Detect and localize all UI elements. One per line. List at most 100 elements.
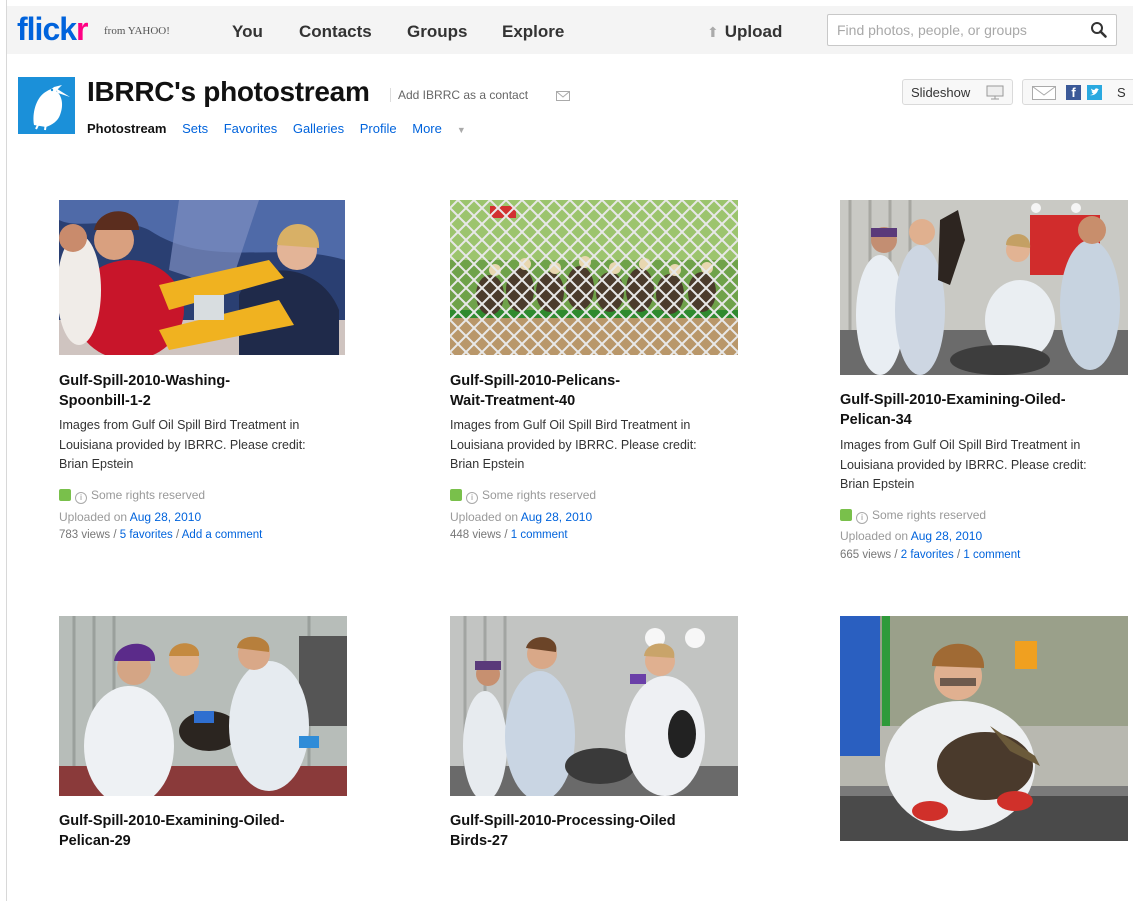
photo-title[interactable]: Gulf-Spill-2010-Examining-Oiled- Pelican… (840, 390, 1125, 430)
favorites-link[interactable]: 2 favorites (901, 549, 954, 561)
pelican-logo-icon (18, 77, 75, 134)
favorites-link[interactable]: 5 favorites (120, 529, 173, 541)
info-icon: i (856, 512, 868, 524)
nav-you[interactable]: You (232, 22, 263, 42)
uploaded-prefix: Uploaded on (59, 510, 128, 524)
flickr-logo[interactable]: flickr (17, 11, 89, 47)
logo-r: r (76, 11, 88, 47)
photo-thumbnail-pelicans-wait[interactable] (450, 200, 738, 355)
photo-card-5: Gulf-Spill-2010-Processing-Oiled Birds-2… (450, 616, 750, 846)
info-icon: i (75, 492, 87, 504)
share-label[interactable]: S (1117, 85, 1126, 100)
slideshow-label: Slideshow (911, 85, 971, 100)
share-bar: f S (1022, 79, 1133, 105)
subnav-more-label: More (412, 121, 442, 136)
envelope-icon[interactable] (1032, 86, 1056, 100)
logo-flick: flick (17, 11, 77, 47)
photo-title-line-1: Gulf-Spill-2010-Examining-Oiled- (59, 813, 285, 829)
photo-title[interactable]: Gulf-Spill-2010-Pelicans- Wait-Treatment… (450, 371, 735, 411)
desc-line-2: Louisiana provided by IBRRC. Please cred… (59, 437, 306, 452)
uploaded-prefix: Uploaded on (450, 510, 519, 524)
photo-title[interactable]: Gulf-Spill-2010-Processing-Oiled Birds-2… (450, 811, 735, 846)
desc-line-3: Brian Epstein (840, 477, 915, 491)
photo-title-line-2: Spoonbill-1-2 (59, 393, 151, 409)
rights-label: Some rights reserved (872, 508, 987, 522)
nav-contacts[interactable]: Contacts (299, 22, 372, 42)
upload-date: Uploaded on Aug 28, 2010 (450, 510, 592, 524)
photo-title-line-1: Gulf-Spill-2010-Examining-Oiled- (840, 392, 1066, 408)
subnav-more[interactable]: More ▼ (412, 121, 478, 136)
comments-link[interactable]: 1 comment (511, 529, 568, 541)
photo-title-line-1: Gulf-Spill-2010-Processing-Oiled (450, 813, 676, 829)
photo-stats: 783 views / 5 favorites / Add a comment (59, 529, 262, 541)
photo-description: Images from Gulf Oil Spill Bird Treatmen… (59, 416, 349, 475)
desc-line-1: Images from Gulf Oil Spill Bird Treatmen… (450, 418, 691, 432)
rights-label: Some rights reserved (482, 488, 597, 502)
creative-commons-icon (59, 489, 71, 501)
views-count: 665 views / (840, 549, 898, 561)
from-yahoo-label: from YAHOO! (104, 25, 170, 37)
search-box (827, 14, 1117, 46)
creative-commons-icon (840, 509, 852, 521)
desc-line-2: Louisiana provided by IBRRC. Please cred… (840, 457, 1087, 472)
desc-line-1: Images from Gulf Oil Spill Bird Treatmen… (840, 438, 1081, 452)
upload-link[interactable]: ⬆ Upload (707, 22, 782, 42)
photo-description: Images from Gulf Oil Spill Bird Treatmen… (840, 436, 1130, 495)
mail-icon[interactable] (556, 91, 570, 101)
desc-line-3: Brian Epstein (59, 457, 134, 471)
subnav-favorites[interactable]: Favorites (224, 121, 277, 136)
nav-explore[interactable]: Explore (502, 22, 564, 42)
twitter-icon[interactable] (1087, 85, 1102, 100)
upload-date-link[interactable]: Aug 28, 2010 (911, 529, 982, 543)
desc-line-3: Brian Epstein (450, 457, 525, 471)
slideshow-button[interactable]: Slideshow (902, 79, 1013, 105)
magnifier-icon[interactable] (1090, 21, 1108, 39)
monitor-icon (986, 85, 1004, 100)
photostream-title: IBRRC's photostream (87, 76, 370, 107)
subnav-galleries[interactable]: Galleries (293, 121, 344, 136)
chevron-down-icon: ▼ (456, 125, 466, 135)
page-left-border (6, 0, 7, 901)
stats-separator: / (957, 549, 961, 561)
info-icon: i (466, 492, 478, 504)
subnav-sets[interactable]: Sets (182, 121, 208, 136)
photo-title-line-2: Wait-Treatment-40 (450, 393, 576, 409)
photostream-subnav: Photostream Sets Favorites Galleries Pro… (87, 121, 490, 136)
facebook-icon[interactable]: f (1066, 85, 1081, 100)
upload-label: Upload (724, 22, 783, 41)
views-count: 783 views / (59, 529, 117, 541)
license-info[interactable]: i Some rights reserved (59, 488, 205, 504)
license-info[interactable]: i Some rights reserved (840, 508, 986, 524)
add-contact-link[interactable]: Add IBRRC as a contact (390, 88, 528, 102)
subnav-photostream[interactable]: Photostream (87, 121, 166, 136)
photo-title-line-1: Gulf-Spill-2010-Pelicans- (450, 373, 621, 389)
photo-title[interactable]: Gulf-Spill-2010-Washing- Spoonbill-1-2 (59, 371, 344, 411)
search-input[interactable] (828, 15, 1077, 45)
photo-thumbnail-processing-birds-27[interactable] (450, 616, 738, 796)
photo-title[interactable]: Gulf-Spill-2010-Examining-Oiled- Pelican… (59, 811, 344, 846)
upload-date-link[interactable]: Aug 28, 2010 (130, 510, 201, 524)
photo-stats: 448 views / 1 comment (450, 529, 568, 541)
photo-thumbnail-examining-pelican-34[interactable] (840, 200, 1128, 375)
rights-label: Some rights reserved (91, 488, 206, 502)
photo-card-4: Gulf-Spill-2010-Examining-Oiled- Pelican… (59, 616, 359, 846)
desc-line-2: Louisiana provided by IBRRC. Please cred… (450, 437, 697, 452)
photo-title-line-2: Pelican-34 (840, 412, 912, 428)
license-info[interactable]: i Some rights reserved (450, 488, 596, 504)
comments-link[interactable]: 1 comment (963, 549, 1020, 561)
photo-description: Images from Gulf Oil Spill Bird Treatmen… (450, 416, 740, 475)
photo-title-line-2: Birds-27 (450, 833, 509, 846)
stats-separator: / (176, 529, 180, 541)
photo-thumbnail-cleaning-pelican[interactable] (840, 616, 1128, 841)
uploaded-prefix: Uploaded on (840, 529, 909, 543)
photo-thumbnail-examining-pelican-29[interactable] (59, 616, 347, 796)
buddy-icon-avatar[interactable] (18, 77, 75, 134)
upload-date: Uploaded on Aug 28, 2010 (840, 529, 982, 543)
upload-date-link[interactable]: Aug 28, 2010 (521, 510, 592, 524)
photo-title-line-2: Pelican-29 (59, 833, 131, 846)
photo-thumbnail-washing-spoonbill[interactable] (59, 200, 345, 355)
views-count: 448 views / (450, 529, 508, 541)
comments-link[interactable]: Add a comment (182, 529, 263, 541)
subnav-profile[interactable]: Profile (360, 121, 397, 136)
nav-groups[interactable]: Groups (407, 22, 467, 42)
